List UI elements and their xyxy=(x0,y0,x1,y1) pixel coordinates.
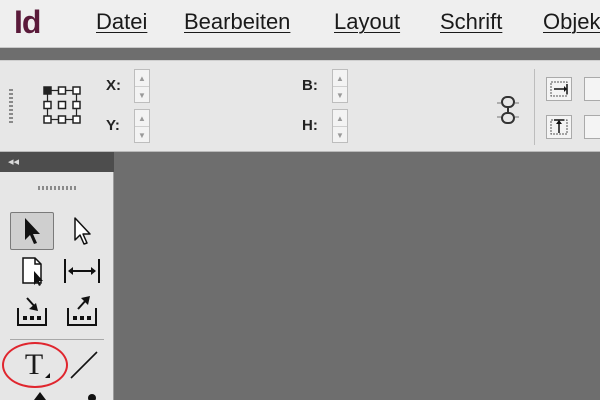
control-bar: X: ▲ ▼ Y: ▲ ▼ B: ▲ ▼ H: ▲ ▼ xyxy=(0,60,600,152)
control-bar-grip[interactable] xyxy=(9,89,13,125)
constrain-proportions-icon[interactable] xyxy=(496,95,520,125)
collector-icon xyxy=(17,297,47,326)
tools-divider xyxy=(10,339,104,340)
black-arrow-icon xyxy=(25,218,40,244)
selection-tool[interactable] xyxy=(10,212,54,250)
width-label: B: xyxy=(302,77,318,94)
x-label: X: xyxy=(106,77,121,94)
menu-bearbeiten[interactable]: Bearbeiten xyxy=(184,9,290,35)
scale-y-icon xyxy=(550,119,568,135)
line-tool[interactable] xyxy=(62,346,106,384)
content-placer-tool[interactable] xyxy=(60,292,104,330)
direct-selection-tool[interactable] xyxy=(60,212,104,250)
height-label: H: xyxy=(302,117,318,134)
tools-panel-header[interactable]: ◂◂ xyxy=(0,152,114,172)
scale-x-icon xyxy=(550,81,568,97)
app-logo: Id xyxy=(14,4,41,40)
height-spinner[interactable]: ▲ ▼ xyxy=(332,109,348,143)
control-bar-separator xyxy=(534,69,535,145)
control-bar-overflow-bottom[interactable] xyxy=(584,115,600,139)
collapse-panel-icon[interactable]: ◂◂ xyxy=(8,156,19,168)
y-spinner[interactable]: ▲ ▼ xyxy=(134,109,150,143)
menu-schrift[interactable]: Schrift xyxy=(440,9,502,35)
menu-bar: Id Datei Bearbeiten Layout Schrift Objek… xyxy=(0,0,600,48)
menu-objekt[interactable]: Objekt xyxy=(543,9,600,35)
menu-datei[interactable]: Datei xyxy=(96,9,147,35)
tools-panel: ◂◂ T xyxy=(0,152,114,400)
width-spinner[interactable]: ▲ ▼ xyxy=(332,69,348,103)
placer-icon xyxy=(67,296,97,326)
menu-layout[interactable]: Layout xyxy=(334,9,400,35)
pen-tool-icon-partial[interactable] xyxy=(30,390,50,400)
type-tool-highlight-ring xyxy=(2,342,68,388)
scale-x-button[interactable] xyxy=(546,77,572,101)
reference-point-icon[interactable] xyxy=(42,85,82,125)
gap-tool[interactable] xyxy=(60,252,104,290)
line-icon xyxy=(70,351,98,379)
y-label: Y: xyxy=(106,117,120,134)
page-tool[interactable] xyxy=(10,252,54,290)
content-collector-tool[interactable] xyxy=(10,292,54,330)
tools-panel-grip[interactable] xyxy=(38,186,76,190)
control-bar-overflow-top[interactable] xyxy=(584,77,600,101)
white-arrow-icon xyxy=(74,217,91,245)
scale-y-button[interactable] xyxy=(546,115,572,139)
pasteboard[interactable] xyxy=(114,152,600,400)
pencil-tool-icon-partial[interactable] xyxy=(82,390,102,400)
page-icon xyxy=(22,257,43,286)
x-spinner[interactable]: ▲ ▼ xyxy=(134,69,150,103)
gap-icon xyxy=(64,259,100,283)
